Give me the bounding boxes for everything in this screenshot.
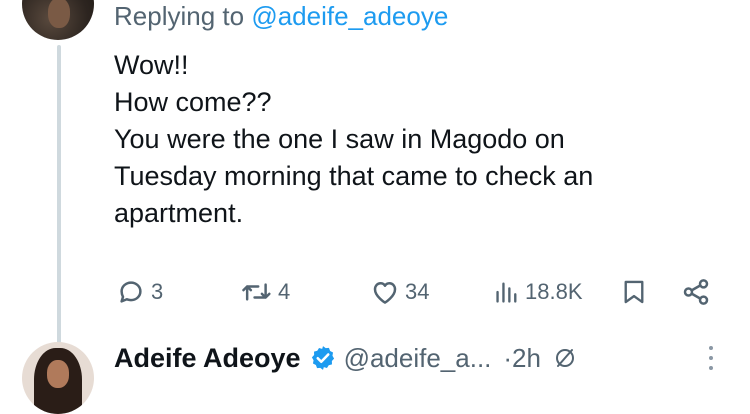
post-time[interactable]: ·2h — [503, 343, 541, 374]
repost-count: 4 — [278, 279, 291, 304]
share-icon — [683, 279, 709, 305]
verified-badge — [309, 344, 337, 372]
like-count: 34 — [405, 279, 430, 304]
bookmark-button[interactable] — [621, 272, 647, 312]
views-icon — [496, 282, 517, 303]
like-button[interactable]: 34 — [370, 272, 429, 312]
tweet-text: Wow!! How come?? You were the one I saw … — [114, 47, 734, 232]
share-button[interactable] — [681, 272, 711, 312]
author-avatar[interactable] — [22, 0, 94, 40]
replying-prefix: Replying to — [114, 1, 245, 31]
views-button[interactable]: 18.8K — [494, 272, 583, 312]
repost-icon — [242, 283, 271, 301]
more-options-icon[interactable] — [707, 346, 715, 376]
author-name[interactable]: Adeife Adeoye — [114, 343, 301, 374]
replying-to: Replying to @adeife_adeoye — [114, 1, 448, 32]
author-handle[interactable]: @adeife_a... — [344, 343, 492, 374]
avatar-face — [48, 0, 70, 28]
bookmark-icon — [624, 280, 644, 304]
avatar-face — [47, 360, 69, 388]
reply-button[interactable]: 3 — [116, 272, 163, 312]
next-tweet-header: Adeife Adeoye @adeife_a... ·2h — [114, 338, 577, 378]
tweet-line: Wow!! — [114, 50, 189, 80]
tweet-line: apartment. — [114, 198, 244, 228]
reply-author-avatar[interactable] — [22, 342, 94, 414]
reply-count: 3 — [151, 279, 164, 304]
heart-icon — [373, 282, 397, 304]
no-post-icon — [553, 346, 577, 370]
replying-handle-link[interactable]: @adeife_adeoye — [251, 1, 448, 31]
views-count: 18.8K — [525, 279, 583, 304]
reply-icon — [120, 281, 142, 303]
verified-icon — [311, 346, 334, 370]
tweet-line: You were the one I saw in Magodo on — [114, 124, 565, 154]
tweet-line: How come?? — [114, 87, 272, 117]
tweet-line: Tuesday morning that came to check an — [114, 161, 594, 191]
repost-button[interactable]: 4 — [241, 272, 290, 312]
tweet-actions: 3 4 34 18.8K — [0, 272, 750, 312]
